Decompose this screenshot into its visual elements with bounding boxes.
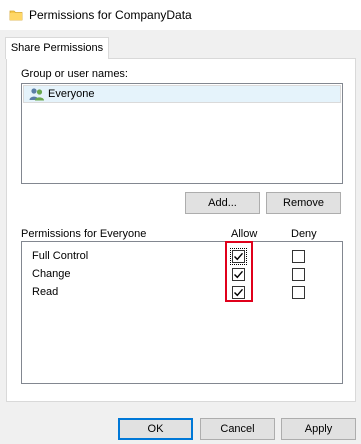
permissions-dialog: Permissions for CompanyData Share Permis… bbox=[0, 0, 361, 444]
read-deny-checkbox[interactable] bbox=[292, 286, 305, 299]
users-group-icon bbox=[29, 87, 45, 101]
full-control-deny-checkbox[interactable] bbox=[292, 250, 305, 263]
remove-button[interactable]: Remove bbox=[266, 192, 341, 214]
deny-column-header: Deny bbox=[291, 228, 317, 240]
allow-column-header: Allow bbox=[231, 228, 258, 240]
list-item-everyone[interactable]: Everyone bbox=[23, 85, 341, 103]
perm-label-change: Change bbox=[32, 268, 71, 280]
allow-column-highlight bbox=[225, 241, 253, 302]
title-bar[interactable]: Permissions for CompanyData bbox=[0, 0, 361, 30]
user-name: Everyone bbox=[48, 88, 95, 100]
perm-label-read: Read bbox=[32, 286, 59, 298]
users-list[interactable]: Everyone bbox=[21, 83, 343, 184]
ok-button[interactable]: OK bbox=[118, 418, 193, 440]
change-deny-checkbox[interactable] bbox=[292, 268, 305, 281]
cancel-button[interactable]: Cancel bbox=[200, 418, 275, 440]
tab-share-permissions[interactable]: Share Permissions bbox=[5, 37, 109, 59]
perm-label-full-control: Full Control bbox=[32, 250, 89, 262]
add-button[interactable]: Add... bbox=[185, 192, 260, 214]
permissions-header: Permissions for Everyone bbox=[21, 228, 147, 240]
group-or-user-names-label: Group or user names: bbox=[21, 68, 128, 80]
apply-button[interactable]: Apply bbox=[281, 418, 356, 440]
window-title: Permissions for CompanyData bbox=[29, 8, 192, 22]
folder-icon bbox=[9, 8, 23, 22]
